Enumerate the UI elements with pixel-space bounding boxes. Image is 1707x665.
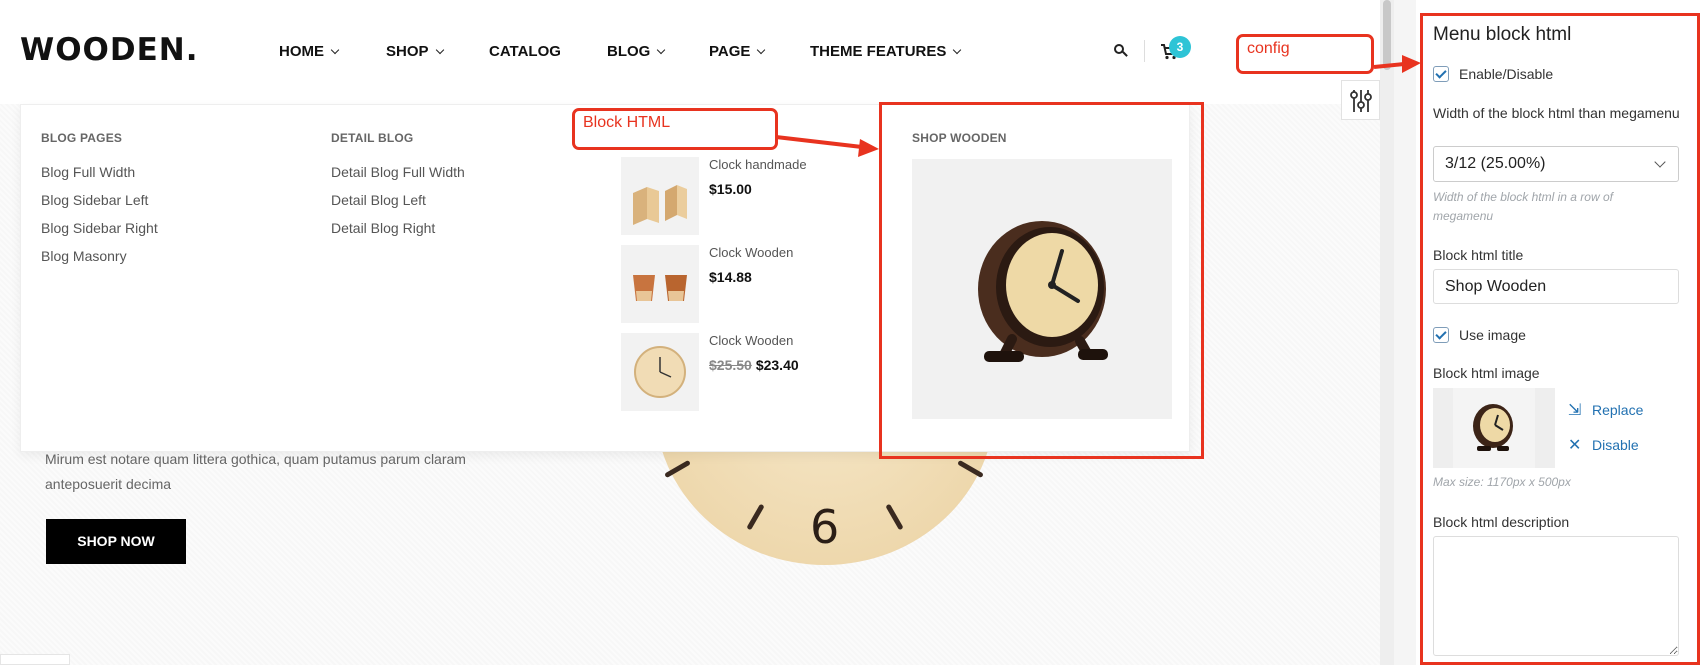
block-html-callout: Block HTML: [572, 108, 778, 150]
config-highlight: [1420, 13, 1700, 665]
config-callout: config: [1236, 34, 1374, 74]
hero-text: Mirum est notare quam littera gothica, q…: [45, 451, 466, 492]
block-html-highlight: [879, 102, 1204, 459]
product-price: $15.00: [709, 181, 752, 197]
chevron-down-icon: [330, 45, 340, 55]
bottom-tab[interactable]: [0, 654, 70, 665]
menu-link-blog-sidebar-left[interactable]: Blog Sidebar Left: [41, 192, 148, 208]
chevron-down-icon: [953, 45, 962, 55]
menu-link-detail-blog-right[interactable]: Detail Blog Right: [331, 220, 435, 236]
nav-catalog[interactable]: CATALOG: [489, 43, 561, 60]
site-header: WOODEN. HOME SHOP CATALOG BLOG PAGE THEM…: [0, 0, 1380, 104]
nav-shop[interactable]: SHOP: [386, 43, 444, 60]
chevron-down-icon: [757, 45, 766, 55]
product-old-price: $25.50: [709, 357, 752, 373]
blog-pages-title: BLOG PAGES: [41, 131, 123, 145]
shop-now-button[interactable]: SHOP NOW: [46, 519, 186, 564]
menu-link-detail-blog-full-width[interactable]: Detail Blog Full Width: [331, 164, 465, 180]
product-name[interactable]: Clock Wooden: [709, 333, 793, 348]
header-divider: [1144, 40, 1145, 62]
detail-blog-title: DETAIL BLOG: [331, 131, 414, 145]
search-icon[interactable]: [1114, 44, 1128, 57]
site-logo[interactable]: WOODEN.: [20, 32, 199, 68]
menu-link-blog-sidebar-right[interactable]: Blog Sidebar Right: [41, 220, 158, 236]
product-thumbnail[interactable]: [621, 333, 699, 411]
menu-link-blog-masonry[interactable]: Blog Masonry: [41, 248, 127, 264]
chevron-down-icon: [435, 45, 444, 55]
nav-home[interactable]: HOME: [279, 43, 340, 60]
menu-link-blog-full-width[interactable]: Blog Full Width: [41, 164, 135, 180]
panel-gutter: [1394, 0, 1416, 665]
chevron-down-icon: [657, 45, 666, 55]
nav-blog[interactable]: BLOG: [607, 43, 666, 60]
product-thumbnail[interactable]: [621, 157, 699, 235]
customize-toggle-button[interactable]: [1341, 80, 1380, 120]
product-name[interactable]: Clock Wooden: [709, 245, 793, 260]
product-price: $14.88: [709, 269, 752, 285]
nav-page[interactable]: PAGE: [709, 43, 766, 60]
product-name[interactable]: Clock handmade: [709, 157, 807, 172]
cart-count-badge: 3: [1169, 36, 1191, 58]
preview-scrollbar[interactable]: [1380, 0, 1394, 665]
product-thumbnail[interactable]: [621, 245, 699, 323]
menu-link-detail-blog-left[interactable]: Detail Blog Left: [331, 192, 426, 208]
nav-theme-features[interactable]: THEME FEATURES: [810, 43, 962, 60]
product-price: $25.50 $23.40: [709, 357, 799, 373]
